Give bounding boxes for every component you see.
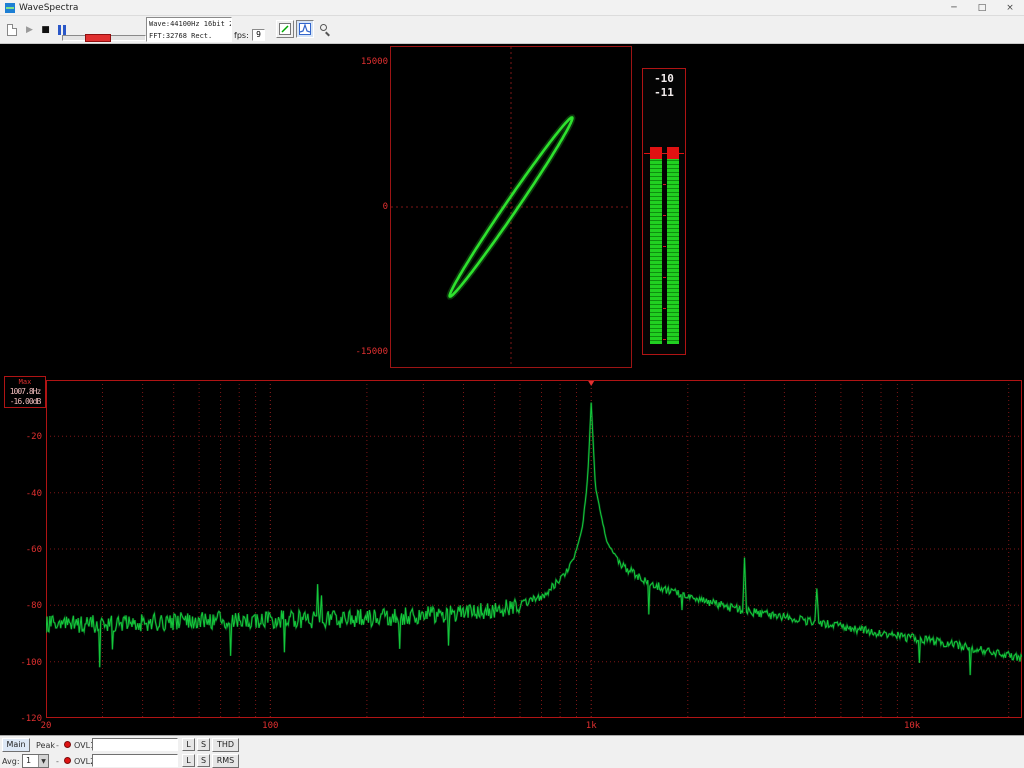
toolbar: ▶ ■ Wave:44100Hz 16bit 2ch FFT:32768 Rec… <box>0 16 1024 44</box>
avg-select[interactable]: 1 ▼ <box>22 754 49 768</box>
dash-1: - <box>56 741 59 750</box>
max-frequency: 1007.8Hz <box>5 387 45 397</box>
ovl1-led <box>64 741 71 748</box>
status-bar: Main Peak - OVL1 L S THD Avg: 1 ▼ - OVL2… <box>0 735 1024 768</box>
chevron-down-icon: ▼ <box>38 755 48 767</box>
y-axis-label: -20 <box>0 432 42 442</box>
close-button[interactable]: × <box>996 0 1024 15</box>
meter-tick <box>663 308 666 309</box>
open-file-button[interactable] <box>3 21 20 38</box>
lissajous-icon <box>279 23 291 35</box>
fps-value: 9 <box>252 29 265 41</box>
y-axis-label: -100 <box>0 658 42 668</box>
document-icon <box>7 24 17 36</box>
lissajous-scale-top: 15000 <box>361 57 388 67</box>
spectrum-icon <box>299 23 311 35</box>
main-button[interactable]: Main <box>2 738 30 752</box>
x-axis-label: 10k <box>901 721 923 731</box>
meter-clip-cap-left <box>650 147 662 159</box>
max-level: -16.00dB <box>5 397 45 407</box>
title-bar: WaveSpectra ─ □ × <box>0 0 1024 16</box>
ovl2-led <box>64 757 71 764</box>
minimize-button[interactable]: ─ <box>940 0 968 15</box>
l-button-1[interactable]: L <box>182 738 195 751</box>
play-icon: ▶ <box>26 25 33 35</box>
thd-button[interactable]: THD <box>212 738 239 752</box>
channel1-input[interactable] <box>92 738 178 751</box>
wave-info: Wave:44100Hz 16bit 2ch <box>149 20 232 28</box>
max-marker <box>588 381 594 386</box>
x-axis-label: 1k <box>580 721 602 731</box>
lissajous-trace <box>391 47 631 367</box>
x-axis-label: 20 <box>35 721 57 731</box>
dash-2: - <box>56 757 59 766</box>
y-axis-label: -40 <box>0 489 42 499</box>
spectrum-plot[interactable] <box>46 380 1022 718</box>
stop-button[interactable]: ■ <box>37 21 54 38</box>
meter-tick <box>663 277 666 278</box>
lissajous-scale-bottom: -15000 <box>355 347 388 357</box>
meter-tick <box>663 184 666 185</box>
zoom-settings-button[interactable] <box>316 20 334 38</box>
position-slider[interactable] <box>62 35 146 41</box>
y-axis-label: -80 <box>0 601 42 611</box>
y-axis-label: -60 <box>0 545 42 555</box>
x-axis-label: 100 <box>259 721 281 731</box>
app-icon <box>5 3 15 13</box>
s-button-1[interactable]: S <box>197 738 210 751</box>
meter-tick <box>663 215 666 216</box>
meter-tick <box>663 339 666 340</box>
lissajous-scale-mid: 0 <box>383 202 388 212</box>
peak-readout-left: -10 <box>643 72 685 85</box>
peak-label: Peak <box>36 741 55 750</box>
spectrum-grid <box>46 380 1022 718</box>
l-button-2[interactable]: L <box>182 754 195 767</box>
meter-bar-left <box>650 159 662 344</box>
level-meter: -10 -11 <box>642 68 686 355</box>
spectrum-panel: Max 1007.8Hz -16.00dB 0dB-20-40-60-80-10… <box>0 374 1024 735</box>
window-controls: ─ □ × <box>940 0 1024 15</box>
fft-info: FFT:32768 Rect. <box>149 32 212 40</box>
maximize-button[interactable]: □ <box>968 0 996 15</box>
rms-button[interactable]: RMS <box>212 754 239 768</box>
pause-icon <box>58 25 66 35</box>
max-readout-box: Max 1007.8Hz -16.00dB <box>4 376 46 408</box>
scope-panel: 15000 0 -15000 -10 -11 <box>0 44 1024 374</box>
lissajous-view-button[interactable] <box>276 20 294 38</box>
fps-label: fps: <box>234 31 249 40</box>
spectrum-trace <box>46 403 1022 676</box>
stop-icon: ■ <box>41 25 50 35</box>
stream-info-box: Wave:44100Hz 16bit 2ch FFT:32768 Rect. <box>146 17 232 42</box>
meter-tick <box>663 246 666 247</box>
meter-bar-right <box>667 159 679 344</box>
play-button[interactable]: ▶ <box>21 21 38 38</box>
meter-clip-cap-right <box>667 147 679 159</box>
spectrum-view-button[interactable] <box>296 20 314 38</box>
avg-value: 1 <box>23 755 38 767</box>
window-title: WaveSpectra <box>19 3 78 13</box>
channel2-input[interactable] <box>92 754 178 767</box>
max-label: Max <box>5 377 45 387</box>
meter-tick <box>663 153 666 154</box>
s-button-2[interactable]: S <box>197 754 210 767</box>
position-slider-thumb[interactable] <box>85 34 111 42</box>
peak-readout-right: -11 <box>643 86 685 99</box>
avg-label: Avg: <box>2 757 20 766</box>
magnifier-icon <box>319 23 331 35</box>
lissajous-display <box>390 46 632 368</box>
